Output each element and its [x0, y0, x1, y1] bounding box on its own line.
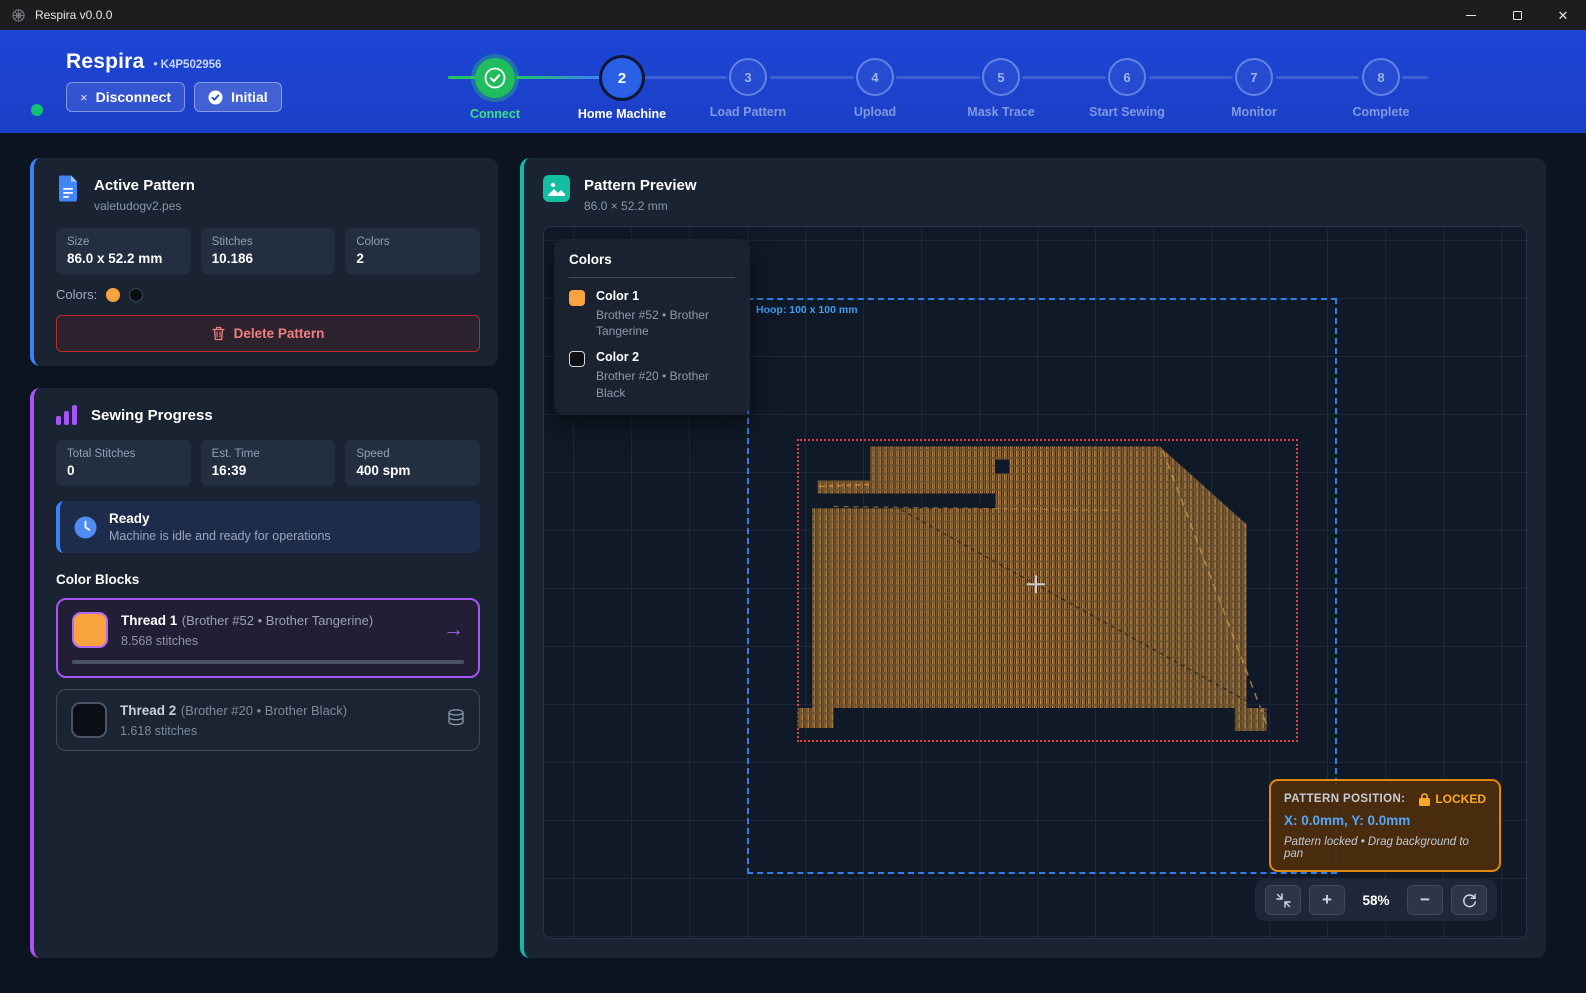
zoom-out-button[interactable]: −	[1407, 885, 1443, 915]
app-header: Respira • K4P502956 × Disconnect Initial	[0, 30, 1586, 133]
step-mask-trace[interactable]: 5 Mask Trace	[941, 58, 1061, 119]
pattern-dimensions: 86.0 × 52.2 mm	[584, 199, 697, 213]
legend-color-1: Color 1 Brother #52 • Brother Tangerine	[569, 289, 735, 339]
step-home-machine[interactable]: 2 Home Machine	[562, 58, 682, 121]
sewing-progress-card: Sewing Progress Total Stitches 0 Est. Ti…	[30, 388, 498, 958]
machine-status-banner: Ready Machine is idle and ready for oper…	[56, 501, 480, 553]
pattern-preview-card: Pattern Preview 86.0 × 52.2 mm Hoop: 100…	[520, 158, 1546, 958]
preview-canvas[interactable]: Hoop: 100 x 100 mm	[543, 226, 1527, 939]
stat-stitches: Stitches 10.186	[201, 228, 336, 274]
position-hint: Pattern locked • Drag background to pan	[1284, 836, 1486, 860]
stat-speed: Speed 400 spm	[345, 440, 480, 486]
reset-view-button[interactable]	[1451, 885, 1487, 915]
close-icon: ✕	[1558, 9, 1569, 22]
workflow-stepper: Connect 2 Home Machine 3 Load Pattern 4 …	[0, 30, 1586, 133]
step-connect-circle	[475, 58, 515, 98]
fit-view-button[interactable]	[1265, 885, 1301, 915]
thread-1-progress-track	[72, 660, 464, 664]
window-titlebar: Respira v0.0.0 ✕	[0, 0, 1586, 30]
stat-est-time: Est. Time 16:39	[201, 440, 336, 486]
pattern-filename: valetudogv2.pes	[94, 199, 195, 213]
colors-legend-panel: Colors Color 1 Brother #52 • Brother Tan…	[554, 239, 750, 415]
thread-active-arrow-icon: →	[443, 618, 464, 642]
card-title: Sewing Progress	[91, 405, 213, 424]
active-pattern-card: Active Pattern valetudogv2.pes Size 86.0…	[30, 158, 498, 366]
zoom-level: 58%	[1353, 893, 1399, 908]
position-coordinates: X: 0.0mm, Y: 0.0mm	[1284, 813, 1486, 828]
status-description: Machine is idle and ready for operations	[109, 529, 331, 543]
bar-chart-icon	[56, 405, 77, 425]
minimize-button[interactable]	[1448, 0, 1494, 30]
reset-view-icon	[1462, 893, 1477, 908]
pattern-position-overlay: PATTERN POSITION: LOCKED X: 0.0mm, Y: 0.…	[1269, 779, 1501, 872]
step-number: 5	[982, 58, 1020, 96]
color-swatch-1	[106, 288, 120, 302]
zoom-in-button[interactable]: +	[1309, 885, 1345, 915]
step-connect[interactable]: Connect	[435, 58, 555, 121]
window-title: Respira v0.0.0	[35, 8, 112, 22]
colors-panel-title: Colors	[569, 252, 735, 267]
thread-1-swatch	[72, 612, 108, 648]
step-monitor[interactable]: 7 Monitor	[1194, 58, 1314, 119]
close-button[interactable]: ✕	[1540, 0, 1586, 30]
step-number: 3	[729, 58, 767, 96]
stat-size: Size 86.0 x 52.2 mm	[56, 228, 191, 274]
color-swatch-2	[129, 288, 143, 302]
step-upload[interactable]: 4 Upload	[815, 58, 935, 119]
stat-colors: Colors 2	[345, 228, 480, 274]
step-load-pattern[interactable]: 3 Load Pattern	[688, 58, 808, 119]
step-number: 8	[1362, 58, 1400, 96]
step-number: 2	[602, 58, 642, 98]
document-icon	[56, 175, 80, 203]
delete-pattern-button[interactable]: Delete Pattern	[56, 315, 480, 352]
card-title: Active Pattern	[94, 175, 195, 194]
clock-icon	[74, 516, 97, 539]
step-complete[interactable]: 8 Complete	[1321, 58, 1441, 119]
legend-color-2: Color 2 Brother #20 • Brother Black	[569, 350, 735, 400]
image-icon	[543, 175, 570, 202]
step-number: 7	[1235, 58, 1273, 96]
legend-swatch-2	[569, 351, 585, 367]
maximize-icon	[1513, 11, 1522, 20]
status-title: Ready	[109, 511, 331, 526]
colors-label: Colors:	[56, 287, 97, 302]
fit-view-icon	[1276, 893, 1291, 908]
step-start-sewing[interactable]: 6 Start Sewing	[1067, 58, 1187, 119]
zoom-controls: + 58% −	[1255, 879, 1497, 921]
app-icon	[11, 8, 26, 23]
minimize-icon	[1466, 15, 1476, 16]
legend-swatch-1	[569, 290, 585, 306]
thread-1-block[interactable]: Thread 1 (Brother #52 • Brother Tangerin…	[56, 598, 480, 678]
stat-total-stitches: Total Stitches 0	[56, 440, 191, 486]
lock-icon	[1419, 793, 1430, 806]
locked-badge: LOCKED	[1435, 792, 1486, 806]
card-title: Pattern Preview	[584, 175, 697, 194]
main-content: Active Pattern valetudogv2.pes Size 86.0…	[0, 133, 1586, 993]
position-label: PATTERN POSITION:	[1284, 793, 1405, 805]
step-done-check-icon	[484, 67, 506, 89]
stack-icon	[447, 709, 465, 731]
thread-2-swatch	[71, 702, 107, 738]
trash-icon	[212, 326, 225, 341]
maximize-button[interactable]	[1494, 0, 1540, 30]
step-number: 4	[856, 58, 894, 96]
thread-2-block[interactable]: Thread 2 (Brother #20 • Brother Black) 1…	[56, 689, 480, 751]
step-number: 6	[1108, 58, 1146, 96]
color-blocks-heading: Color Blocks	[56, 572, 480, 587]
